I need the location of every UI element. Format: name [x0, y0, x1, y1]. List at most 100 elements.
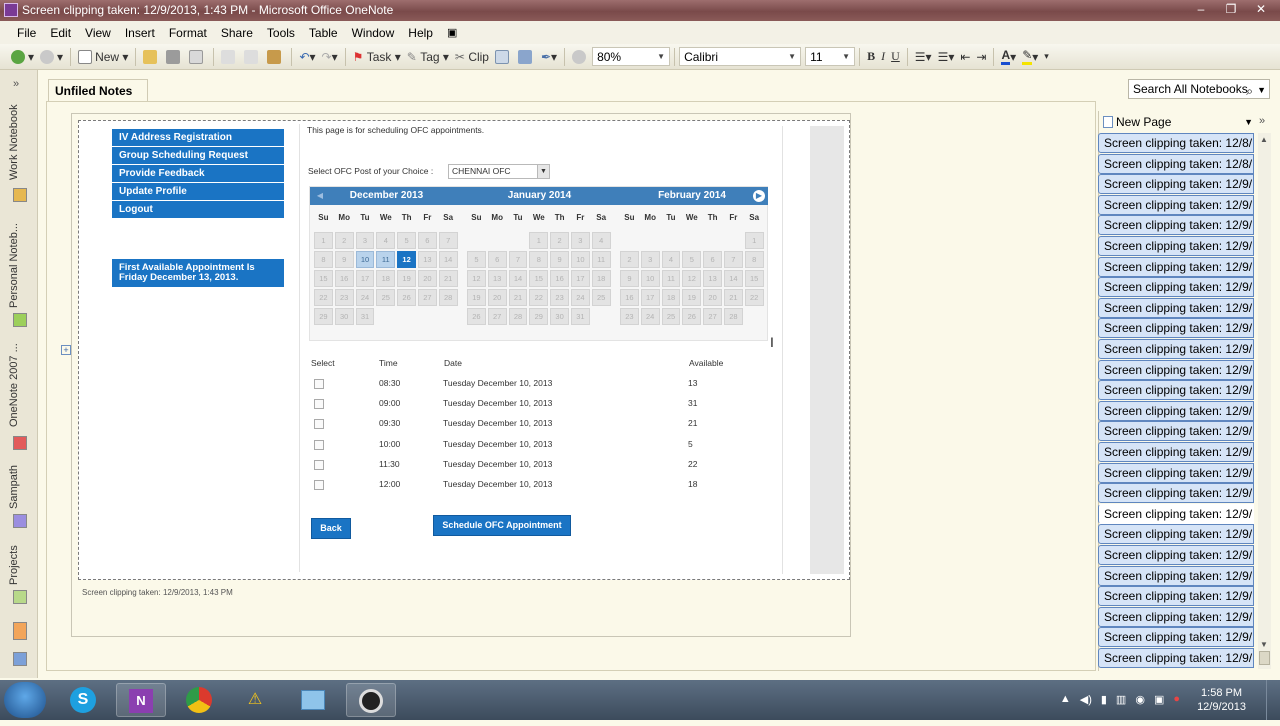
notebook-tab-work[interactable]: Work Notebook — [8, 102, 30, 182]
page-tab[interactable]: Screen clipping taken: 12/9/ — [1098, 442, 1254, 462]
open-button[interactable] — [140, 47, 163, 67]
bold-button[interactable]: B — [864, 47, 878, 67]
page-tab[interactable]: Screen clipping taken: 12/9/ — [1098, 236, 1254, 256]
page-tab[interactable]: Screen clipping taken: 12/9/ — [1098, 277, 1254, 298]
collapse-pane-icon[interactable]: » — [1259, 115, 1265, 127]
table-button[interactable] — [492, 47, 515, 67]
menu-help[interactable]: Help — [401, 26, 440, 40]
menu-file[interactable]: File — [10, 26, 43, 40]
bullets-button[interactable]: ☰ ▾ — [912, 47, 935, 67]
page-tab[interactable]: Screen clipping taken: 12/9/ — [1098, 318, 1254, 339]
back-button[interactable]: Back — [311, 518, 351, 539]
menu-format[interactable]: Format — [162, 26, 214, 40]
italic-button[interactable]: I — [878, 47, 888, 67]
notebook-tab-personal[interactable]: Personal Noteb... — [8, 222, 30, 310]
cut-button[interactable] — [218, 47, 241, 67]
highlight-button[interactable]: ✎ ▾ — [1019, 47, 1041, 67]
volume-icon[interactable]: ◀) — [1080, 693, 1092, 706]
nav-logout[interactable]: Logout — [112, 201, 284, 218]
nav-iv-address-registration[interactable]: IV Address Registration — [112, 129, 284, 146]
taskbar-chrome[interactable] — [174, 683, 224, 717]
calendar-next-icon[interactable]: ▶ — [753, 190, 765, 202]
slot-checkbox[interactable] — [314, 459, 324, 470]
section-tab-unfiled-notes[interactable]: Unfiled Notes — [48, 79, 148, 101]
new-page-button[interactable]: New Page ▼ — [1100, 113, 1255, 131]
decrease-indent-button[interactable]: ⇤ — [957, 47, 973, 67]
unfiled-notes-icon[interactable] — [13, 622, 27, 640]
font-color-button[interactable]: A ▾ — [998, 47, 1019, 67]
page-tab[interactable]: Screen clipping taken: 12/9/ — [1098, 565, 1254, 586]
paste-button[interactable] — [264, 47, 287, 67]
page-tab[interactable]: Screen clipping taken: 12/9/ — [1098, 380, 1254, 401]
page-tab[interactable]: Screen clipping taken: 12/9/ — [1098, 297, 1254, 318]
chevron-down-icon[interactable]: ▼ — [1257, 81, 1266, 99]
page-view-button[interactable] — [569, 47, 592, 67]
page-tab[interactable]: Screen clipping taken: 12/9/ — [1098, 339, 1254, 359]
tray-red-icon[interactable]: ● — [1173, 693, 1180, 706]
copy-button[interactable] — [241, 47, 264, 67]
font-size-select[interactable]: 11 ▼ — [805, 47, 856, 66]
search-input[interactable]: Search All Notebooks ⌕ ▼ — [1128, 79, 1270, 99]
font-select[interactable]: Calibri ▼ — [679, 47, 802, 66]
toolbar-options-button[interactable]: ▾ — [1041, 47, 1052, 67]
menu-tools[interactable]: Tools — [260, 26, 302, 40]
page-tab[interactable]: Screen clipping taken: 12/9/ — [1098, 648, 1254, 668]
zoom-select[interactable]: 80% ▼ — [592, 47, 671, 66]
clip-button[interactable]: ✂ Clip — [452, 47, 492, 67]
page-tab[interactable]: Screen clipping taken: 12/9/ — [1098, 627, 1254, 648]
menu-edit[interactable]: Edit — [43, 26, 78, 40]
redo-button[interactable]: ↷ ▾ — [319, 47, 341, 67]
menu-table[interactable]: Table — [302, 26, 345, 40]
menu-view[interactable]: View — [78, 26, 118, 40]
page-tab[interactable]: Screen clipping taken: 12/9/ — [1098, 524, 1254, 545]
page-tab[interactable]: Screen clipping taken: 12/9/ — [1098, 421, 1254, 442]
all-notebooks-icon[interactable] — [13, 652, 27, 666]
undo-button[interactable]: ↶ ▾ — [296, 47, 318, 67]
numbering-button[interactable]: ☰ ▾ — [935, 47, 958, 67]
scroll-down-icon[interactable]: ▼ — [1260, 640, 1268, 649]
new-button[interactable]: New ▾ — [75, 47, 131, 67]
taskbar-skype[interactable]: S — [58, 683, 108, 717]
scroll-up-icon[interactable]: ▲ — [1260, 135, 1268, 144]
show-desktop-button[interactable] — [1266, 680, 1280, 720]
network-icon[interactable]: ▥ — [1116, 693, 1126, 706]
taskbar-app[interactable] — [288, 683, 338, 717]
increase-indent-button[interactable]: ⇥ — [973, 47, 989, 67]
print-preview-button[interactable] — [186, 47, 209, 67]
taskbar-warning-app[interactable]: ⚠ — [230, 683, 280, 717]
notebook-tab-projects[interactable]: Projects — [8, 540, 30, 590]
slot-checkbox[interactable] — [314, 399, 324, 410]
show-hidden-icons[interactable]: ▲ — [1060, 693, 1071, 706]
page-tab[interactable]: Screen clipping taken: 12/9/ — [1098, 606, 1254, 627]
nav-provide-feedback[interactable]: Provide Feedback — [112, 165, 284, 182]
page-tab[interactable]: Screen clipping taken: 12/8/ — [1098, 133, 1254, 153]
ofc-post-select[interactable]: CHENNAI OFC ▼ — [448, 164, 550, 179]
menu-window[interactable]: Window — [345, 26, 402, 40]
record-icon[interactable]: ◉ — [1135, 693, 1145, 706]
page-tab[interactable]: Screen clipping taken: 12/8/ — [1098, 153, 1254, 174]
page-tabs-scrollbar[interactable]: ▲ ▼ — [1258, 133, 1271, 669]
page-tab[interactable]: Screen clipping taken: 12/9/ — [1098, 400, 1254, 421]
type-question-icon[interactable]: ▣ — [440, 26, 464, 39]
scroll-thumb[interactable] — [1259, 651, 1270, 665]
calendar-day[interactable]: 11 — [376, 251, 396, 268]
tag-button[interactable]: ✎ Tag ▾ — [404, 47, 452, 67]
page-tab[interactable]: Screen clipping taken: 12/9/ — [1098, 194, 1254, 215]
search-icon[interactable]: ⌕ — [1246, 82, 1253, 100]
page-tab[interactable]: Screen clipping taken: 12/9/ — [1098, 174, 1254, 195]
page-tab[interactable]: Screen clipping taken: 12/9/ — [1098, 545, 1254, 565]
research-button[interactable] — [515, 47, 538, 67]
page-tab[interactable]: Screen clipping taken: 12/9/ — [1098, 215, 1254, 236]
page-tab[interactable]: Screen clipping taken: 12/9/ — [1098, 256, 1254, 277]
forward-nav-button[interactable]: ▾ — [37, 47, 66, 67]
calendar-day[interactable]: 10 — [355, 251, 375, 268]
page-tab[interactable]: Screen clipping taken: 12/9/ — [1098, 483, 1254, 504]
start-button[interactable] — [4, 682, 46, 718]
slot-checkbox[interactable] — [314, 480, 324, 490]
menu-share[interactable]: Share — [214, 26, 260, 40]
back-nav-button[interactable]: ▾ — [8, 47, 37, 67]
slot-checkbox[interactable] — [314, 419, 324, 430]
minimize-button[interactable]: – — [1188, 1, 1214, 18]
schedule-appointment-button[interactable]: Schedule OFC Appointment — [433, 515, 571, 536]
task-button[interactable]: ⚑ Task ▾ — [350, 47, 404, 67]
